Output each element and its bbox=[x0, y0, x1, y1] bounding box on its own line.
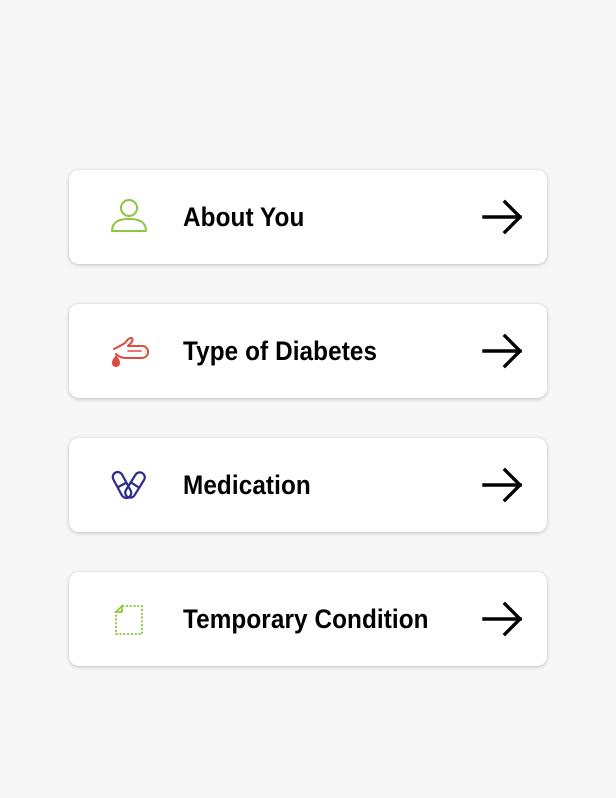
menu-item-label: Temporary Condition bbox=[183, 603, 429, 634]
pills-icon bbox=[108, 464, 150, 506]
arrow-right-icon bbox=[482, 199, 523, 235]
menu-item-label: Type of Diabetes bbox=[183, 335, 378, 366]
menu-item-about-you[interactable]: About You bbox=[69, 170, 547, 264]
arrow-right-icon bbox=[482, 333, 523, 369]
menu-item-medication[interactable]: Medication bbox=[69, 438, 547, 532]
menu-item-type-of-diabetes[interactable]: Type of Diabetes bbox=[69, 304, 547, 398]
document-icon bbox=[108, 598, 150, 640]
arrow-right-icon bbox=[482, 467, 523, 503]
menu-item-temporary-condition[interactable]: Temporary Condition bbox=[69, 572, 547, 666]
arrow-right-icon bbox=[482, 601, 523, 637]
finger-blood-drop-icon bbox=[108, 330, 150, 372]
menu-item-label: Medication bbox=[183, 469, 311, 500]
menu-list: About You Type of Diabetes Medication Te… bbox=[69, 170, 547, 666]
menu-item-label: About You bbox=[183, 201, 305, 232]
person-icon bbox=[108, 196, 150, 238]
